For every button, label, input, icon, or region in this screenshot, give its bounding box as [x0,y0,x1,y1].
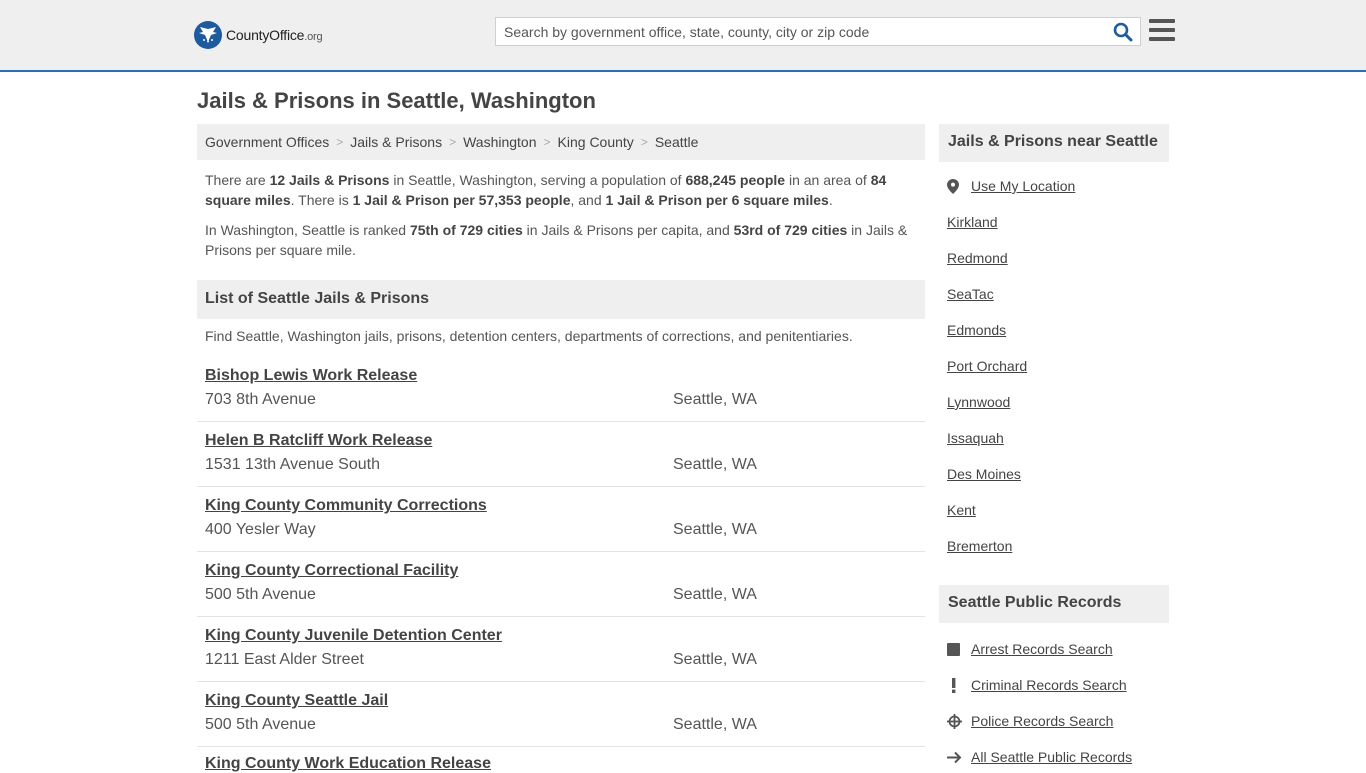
stat-text: There are [205,172,270,188]
nearby-city-link[interactable]: Des Moines [947,466,1021,482]
stat-text: in Seattle, Washington, serving a popula… [389,172,686,188]
stat-text: in an area of [785,172,871,188]
logo-tld-text: .org [304,31,323,43]
search-box [495,17,1141,46]
list-item: Bishop Lewis Work Release 703 8th Avenue… [197,357,925,422]
facility-link[interactable]: King County Seattle Jail [205,692,388,710]
nearby-city-link[interactable]: Redmond [947,250,1008,266]
chevron-right-icon: > [543,135,551,149]
breadcrumb-item[interactable]: Washington [463,134,536,150]
breadcrumb-item[interactable]: Government Offices [205,134,329,150]
search-input[interactable] [496,18,1106,45]
nearby-city-link[interactable]: Bremerton [947,538,1012,554]
use-my-location-link[interactable]: Use My Location [947,178,1075,194]
nearby-city-link[interactable]: Issaquah [947,430,1004,446]
facility-address: 1531 13th Avenue South [205,456,380,473]
arrow-right-icon [947,751,965,764]
facility-link[interactable]: King County Juvenile Detention Center [205,627,502,645]
facility-address: 500 5th Avenue [205,716,316,733]
breadcrumb-item[interactable]: Jails & Prisons [350,134,442,150]
list-item: King County Correctional Facility 500 5t… [197,552,925,617]
list-description: Find Seattle, Washington jails, prisons,… [205,328,853,344]
site-logo[interactable]: CountyOffice.org [194,20,323,50]
arrest-records-link[interactable]: Arrest Records Search [947,641,1113,657]
nearby-city-link[interactable]: SeaTac [947,286,994,302]
menu-button[interactable] [1149,19,1175,43]
stat-highlight: 688,245 people [685,172,786,188]
arrest-records-label: Arrest Records Search [971,641,1113,657]
facility-link[interactable]: King County Correctional Facility [205,562,458,580]
police-records-link[interactable]: Police Records Search [947,713,1113,729]
police-records-label: Police Records Search [971,713,1114,729]
breadcrumb-item[interactable]: Seattle [655,134,699,150]
square-icon [947,642,965,656]
nearby-city-link[interactable]: Lynnwood [947,394,1010,410]
breadcrumb-item[interactable]: King County [558,134,634,150]
logo-main-text: CountyOffice [226,27,305,43]
stat-text: . [828,192,833,208]
criminal-records-label: Criminal Records Search [971,677,1127,693]
facility-city: Seattle, WA [673,586,757,603]
facility-address: 500 5th Avenue [205,586,316,603]
search-icon [1113,22,1133,42]
facility-link[interactable]: Bishop Lewis Work Release [205,367,417,385]
nearby-city-link[interactable]: Kirkland [947,214,998,230]
intro-paragraph-stats: There are 12 Jails & Prisons in Seattle,… [205,170,917,210]
list-item: Helen B Ratcliff Work Release 1531 13th … [197,422,925,487]
all-public-records-label: All Seattle Public Records [971,749,1133,765]
exclamation-icon [947,677,965,693]
nearby-city-link[interactable]: Port Orchard [947,358,1027,374]
stat-highlight: 75th of 729 cities [409,222,523,238]
facility-link[interactable]: Helen B Ratcliff Work Release [205,432,432,450]
facility-city: Seattle, WA [673,456,757,473]
stat-highlight: 53rd of 729 cities [733,222,848,238]
hamburger-icon [1149,19,1175,23]
chevron-right-icon: > [336,135,344,149]
use-my-location-label: Use My Location [971,178,1076,194]
stat-highlight: 1 Jail & Prison per 57,353 people [352,192,571,208]
intro-paragraph-ranking: In Washington, Seattle is ranked 75th of… [205,220,917,260]
criminal-records-link[interactable]: Criminal Records Search [947,677,1127,693]
nearby-heading: Jails & Prisons near Seattle [939,124,1169,162]
list-heading: List of Seattle Jails & Prisons [197,280,925,319]
stat-text: , and [570,192,606,208]
chevron-right-icon: > [449,135,457,149]
facility-address: 1211 East Alder Street [205,651,364,668]
facility-city: Seattle, WA [673,651,757,668]
site-header: CountyOffice.org [0,0,1366,72]
search-button[interactable] [1112,21,1134,43]
stat-text: in Jails & Prisons per capita, and [522,222,734,238]
facility-link[interactable]: King County Work Education Release [205,755,491,773]
map-pin-icon [947,178,965,194]
stat-highlight: 1 Jail & Prison per 6 square miles [605,192,829,208]
facility-address: 400 Yesler Way [205,521,316,538]
facility-city: Seattle, WA [673,521,757,538]
facility-link[interactable]: King County Community Corrections [205,497,487,515]
list-item: King County Community Corrections 400 Ye… [197,487,925,552]
breadcrumb: Government Offices > Jails & Prisons > W… [197,124,925,160]
crosshair-icon [947,713,965,729]
nearby-city-link[interactable]: Edmonds [947,322,1006,338]
facility-city: Seattle, WA [673,716,757,733]
all-public-records-link[interactable]: All Seattle Public Records [947,749,1132,765]
facility-list: Bishop Lewis Work Release 703 8th Avenue… [197,357,925,773]
nearby-city-link[interactable]: Kent [947,502,976,518]
stat-text: . There is [290,192,353,208]
stat-text: In Washington, Seattle is ranked [205,222,410,238]
page-title: Jails & Prisons in Seattle, Washington [197,88,596,113]
chevron-right-icon: > [640,135,648,149]
list-item: King County Seattle Jail 500 5th Avenue … [197,682,925,747]
list-item: King County Work Education Release [197,747,925,773]
public-records-heading: Seattle Public Records [939,585,1169,623]
facility-address: 703 8th Avenue [205,391,316,408]
logo-text: CountyOffice.org [226,27,323,43]
facility-city: Seattle, WA [673,391,757,408]
stat-highlight: 12 Jails & Prisons [269,172,390,188]
list-item: King County Juvenile Detention Center 12… [197,617,925,682]
eagle-logo-icon [194,21,222,49]
